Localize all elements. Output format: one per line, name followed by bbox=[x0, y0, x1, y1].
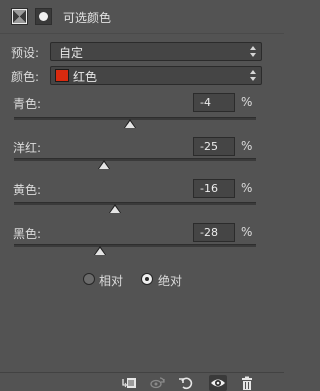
panel-title: 可选颜色 bbox=[63, 11, 112, 25]
colors-label: 颜色: bbox=[11, 70, 40, 84]
magenta-value: -25 bbox=[200, 140, 218, 153]
colors-dropdown[interactable]: 红色 bbox=[50, 66, 262, 85]
properties-panel: 可选颜色 预设: 自定 颜色: 红色 青色: -4 % 洋红: -25 % 黄色… bbox=[0, 0, 284, 391]
yellow-slider-track[interactable] bbox=[14, 202, 256, 205]
clip-to-layer-icon[interactable] bbox=[121, 375, 139, 391]
colors-value: 红色 bbox=[73, 70, 98, 84]
preset-value: 自定 bbox=[59, 46, 84, 60]
cyan-slider-thumb[interactable] bbox=[125, 121, 135, 128]
dropdown-arrows-icon bbox=[250, 46, 256, 57]
yellow-label: 黄色: bbox=[13, 183, 42, 197]
panel-header: 可选颜色 bbox=[0, 0, 284, 34]
magenta-label: 洋红: bbox=[13, 141, 42, 155]
reset-icon[interactable] bbox=[177, 375, 195, 391]
preset-label: 预设: bbox=[11, 46, 40, 60]
panel-bottom-toolbar bbox=[0, 372, 284, 391]
red-color-swatch bbox=[55, 69, 69, 82]
cyan-label: 青色: bbox=[13, 97, 42, 111]
yellow-percent-unit: % bbox=[241, 181, 253, 195]
relative-radio-label[interactable]: 相对 bbox=[99, 272, 123, 289]
absolute-radio-label[interactable]: 绝对 bbox=[158, 272, 182, 289]
absolute-radio[interactable] bbox=[141, 273, 153, 285]
dropdown-arrows-icon bbox=[250, 70, 256, 81]
magenta-percent-unit: % bbox=[241, 139, 253, 153]
delete-trash-icon[interactable] bbox=[238, 375, 256, 391]
yellow-slider-thumb[interactable] bbox=[110, 206, 120, 213]
black-slider-track[interactable] bbox=[14, 244, 256, 247]
yellow-value: -16 bbox=[200, 182, 218, 195]
magenta-slider-thumb[interactable] bbox=[99, 162, 109, 169]
layer-mask-icon[interactable] bbox=[35, 8, 52, 25]
visibility-eye-icon[interactable] bbox=[209, 375, 227, 391]
view-previous-state-icon[interactable] bbox=[149, 375, 167, 391]
yellow-value-field[interactable]: -16 bbox=[193, 179, 235, 198]
magenta-value-field[interactable]: -25 bbox=[193, 137, 235, 156]
relative-radio[interactable] bbox=[83, 273, 95, 285]
black-value-field[interactable]: -28 bbox=[193, 223, 235, 242]
selective-color-adjustment-icon[interactable] bbox=[11, 8, 28, 25]
magenta-slider-track[interactable] bbox=[14, 158, 256, 161]
black-slider-thumb[interactable] bbox=[95, 248, 105, 255]
black-value: -28 bbox=[200, 226, 218, 239]
black-label: 黑色: bbox=[13, 227, 42, 241]
cyan-value-field[interactable]: -4 bbox=[193, 93, 235, 112]
black-percent-unit: % bbox=[241, 225, 253, 239]
preset-dropdown[interactable]: 自定 bbox=[50, 42, 262, 61]
cyan-value: -4 bbox=[200, 96, 211, 109]
cyan-percent-unit: % bbox=[241, 95, 253, 109]
